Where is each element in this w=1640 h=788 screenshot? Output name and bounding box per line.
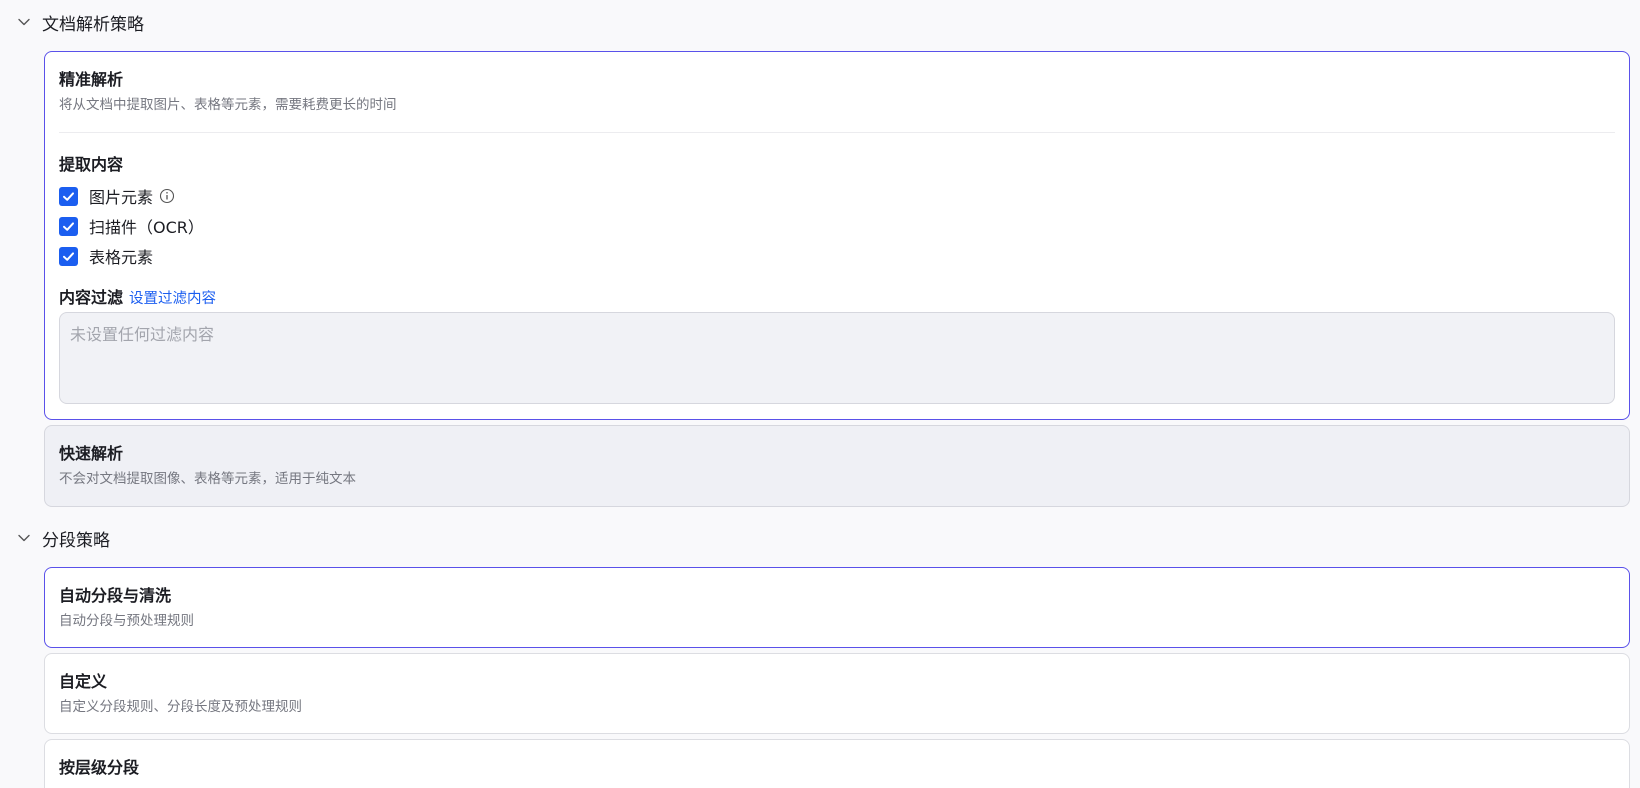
filter-content-box[interactable]: 未设置任何过滤内容 xyxy=(59,312,1615,404)
checkbox-checked-icon[interactable] xyxy=(59,186,78,206)
checkbox-image-elements[interactable]: 图片元素 xyxy=(59,185,175,207)
parse-section-header[interactable]: 文档解析策略 xyxy=(16,8,144,36)
parse-section-title: 文档解析策略 xyxy=(42,14,144,35)
segment-option-hierarchy[interactable]: 按层级分段 xyxy=(44,739,1630,788)
page: 文档解析策略 精准解析 将从文档中提取图片、表格等元素，需要耗费更长的时间 提取… xyxy=(0,0,1640,788)
info-icon[interactable] xyxy=(159,188,175,204)
segment-option-title: 自动分段与清洗 xyxy=(59,586,172,605)
filter-placeholder: 未设置任何过滤内容 xyxy=(70,325,215,344)
checkbox-label: 图片元素 xyxy=(89,188,154,207)
segment-option-auto[interactable]: 自动分段与清洗 自动分段与预处理规则 xyxy=(44,567,1630,648)
checkbox-label: 扫描件（OCR） xyxy=(89,218,204,237)
chevron-down-icon[interactable] xyxy=(16,14,32,30)
checkbox-table-elements[interactable]: 表格元素 xyxy=(59,245,153,267)
checkbox-label: 表格元素 xyxy=(89,248,154,267)
segment-section-header[interactable]: 分段策略 xyxy=(16,524,110,552)
fast-parse-desc: 不会对文档提取图像、表格等元素，适用于纯文本 xyxy=(59,471,356,487)
segment-option-desc: 自动分段与预处理规则 xyxy=(59,613,194,629)
precise-parse-title: 精准解析 xyxy=(59,70,124,89)
set-filter-link[interactable]: 设置过滤内容 xyxy=(129,287,216,308)
content-filter-row: 内容过滤 设置过滤内容 xyxy=(59,284,216,308)
checkbox-checked-icon[interactable] xyxy=(59,246,78,266)
segment-option-title: 按层级分段 xyxy=(59,758,140,777)
extract-content-title: 提取内容 xyxy=(59,155,124,174)
divider xyxy=(59,132,1615,133)
segment-option-title: 自定义 xyxy=(59,672,108,691)
chevron-down-icon[interactable] xyxy=(16,530,32,546)
fast-parse-title: 快速解析 xyxy=(59,444,124,463)
precise-parse-desc: 将从文档中提取图片、表格等元素，需要耗费更长的时间 xyxy=(59,97,397,113)
checkbox-checked-icon[interactable] xyxy=(59,216,78,236)
precise-parse-card[interactable]: 精准解析 将从文档中提取图片、表格等元素，需要耗费更长的时间 提取内容 图片元素… xyxy=(44,51,1630,420)
segment-option-desc: 自定义分段规则、分段长度及预处理规则 xyxy=(59,699,302,715)
segment-section-title: 分段策略 xyxy=(42,530,110,551)
fast-parse-card[interactable]: 快速解析 不会对文档提取图像、表格等元素，适用于纯文本 xyxy=(44,425,1630,507)
segment-option-custom[interactable]: 自定义 自定义分段规则、分段长度及预处理规则 xyxy=(44,653,1630,734)
checkbox-ocr[interactable]: 扫描件（OCR） xyxy=(59,215,204,237)
content-filter-label: 内容过滤 xyxy=(59,288,124,307)
